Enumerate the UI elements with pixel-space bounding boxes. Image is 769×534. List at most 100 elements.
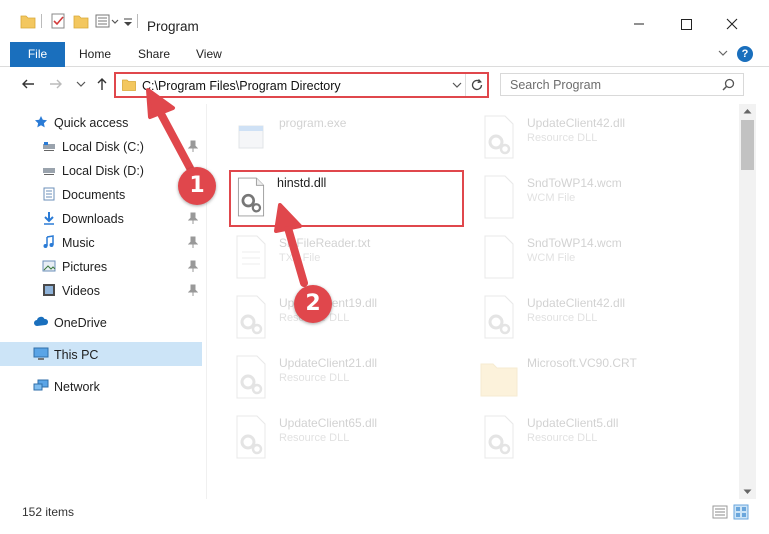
view-options-icon[interactable] <box>95 12 121 30</box>
minimize-icon <box>634 23 644 25</box>
large-icons-view-icon[interactable] <box>733 504 749 520</box>
pin-icon[interactable] <box>188 212 198 224</box>
star-icon <box>35 116 47 128</box>
network-icon <box>33 379 49 391</box>
folder-icon <box>480 363 518 397</box>
sidebar-item-label: Quick access <box>54 116 129 130</box>
forward-arrow-icon[interactable] <box>48 76 64 92</box>
file-type: Resource DLL <box>527 312 598 324</box>
sidebar-item-label: This PC <box>54 348 99 362</box>
close-icon <box>726 18 738 30</box>
blank-file-icon <box>484 235 514 279</box>
file-item[interactable]: program.exe <box>231 110 471 166</box>
sidebar-item-label: Local Disk (C:) <box>62 140 144 154</box>
search-icon[interactable] <box>722 78 735 91</box>
help-icon[interactable]: ? <box>737 46 753 62</box>
step-marker-2: 2 <box>294 285 332 323</box>
close-button[interactable] <box>709 10 755 38</box>
recent-locations-icon[interactable] <box>75 76 87 92</box>
download-icon <box>44 212 54 225</box>
scroll-down-icon[interactable] <box>743 489 752 495</box>
address-path[interactable]: C:\Program Files\Program Directory <box>142 79 341 93</box>
tab-view[interactable]: View <box>196 47 222 61</box>
chevron-down-icon[interactable] <box>452 81 462 89</box>
address-divider <box>465 74 466 96</box>
music-icon <box>43 235 54 248</box>
text-file-icon <box>236 235 266 279</box>
file-item[interactable]: SndToWP14.wcm WCM File <box>479 170 719 226</box>
sidebar-item-this-pc[interactable]: This PC <box>0 342 202 366</box>
file-item[interactable]: Microsoft.VC90.CRT <box>479 350 719 406</box>
sidebar-item-music[interactable]: Music <box>0 230 202 254</box>
sidebar-item-onedrive[interactable]: OneDrive <box>0 310 202 334</box>
scroll-up-icon[interactable] <box>743 108 752 114</box>
properties-icon[interactable] <box>50 12 66 30</box>
file-type: Resource DLL <box>279 432 350 444</box>
sidebar-item-label: Local Disk (D:) <box>62 164 144 178</box>
new-folder-icon[interactable] <box>73 12 89 30</box>
file-item[interactable]: UpdateClient65.dll Resource DLL <box>231 410 471 466</box>
pin-icon[interactable] <box>188 140 198 152</box>
file-item[interactable]: UpdateClient42.dll Resource DLL <box>479 110 719 166</box>
status-bar: 152 items <box>0 500 769 534</box>
file-type: Resource DLL <box>527 432 598 444</box>
pin-icon[interactable] <box>188 260 198 272</box>
address-bar[interactable]: C:\Program Files\Program Directory <box>114 72 489 98</box>
file-name: UpdateClient5.dll <box>527 416 619 430</box>
sidebar-item-label: Documents <box>62 188 126 202</box>
scroll-thumb[interactable] <box>741 120 754 170</box>
sidebar-item-label: Videos <box>62 284 100 298</box>
sidebar-item-pictures[interactable]: Pictures <box>0 254 202 278</box>
ribbon-bar <box>0 42 769 67</box>
toolbar-divider <box>41 14 42 28</box>
file-name: SndToWP14.wcm <box>527 176 622 190</box>
pin-icon[interactable] <box>188 236 198 248</box>
videos-icon <box>43 284 55 296</box>
sidebar-item-local-disk-d[interactable]: Local Disk (D:) <box>0 158 202 182</box>
sidebar-item-documents[interactable]: Documents <box>0 182 202 206</box>
sidebar-item-quick-access[interactable]: Quick access <box>0 110 202 134</box>
highlighted-file-item[interactable]: hinstd.dll <box>229 170 464 227</box>
file-item[interactable]: UpdateClient42.dll Resource DLL <box>479 290 719 346</box>
file-name: hinstd.dll <box>277 176 327 190</box>
tab-file[interactable]: File <box>10 42 65 67</box>
file-item[interactable]: UpdateClient5.dll Resource DLL <box>479 410 719 466</box>
back-arrow-icon[interactable] <box>20 76 36 92</box>
sidebar-item-network[interactable]: Network <box>0 374 202 398</box>
sidebar-item-local-disk-c[interactable]: Local Disk (C:) <box>0 134 202 158</box>
file-item[interactable]: UpdateClient21.dll Resource DLL <box>231 350 471 406</box>
details-view-icon[interactable] <box>712 504 728 520</box>
up-arrow-icon[interactable] <box>94 76 110 92</box>
tab-share[interactable]: Share <box>138 47 170 61</box>
refresh-icon[interactable] <box>470 78 484 92</box>
file-name: UpdateClient42.dll <box>527 116 626 130</box>
expand-ribbon-icon[interactable] <box>717 47 729 59</box>
file-name: SndToWP14.wcm <box>527 236 622 250</box>
file-name: SlnFileReader.txt <box>279 236 371 250</box>
maximize-button[interactable] <box>663 10 709 38</box>
sidebar-item-videos[interactable]: Videos <box>0 278 202 302</box>
item-count: 152 items <box>22 505 75 519</box>
file-name: Microsoft.VC90.CRT <box>527 356 637 370</box>
vertical-scrollbar[interactable] <box>739 104 756 499</box>
sidebar-item-label: OneDrive <box>54 316 107 330</box>
dll-icon <box>484 415 514 459</box>
tab-home[interactable]: Home <box>79 47 111 61</box>
exe-icon <box>238 125 264 149</box>
sidebar-item-downloads[interactable]: Downloads <box>0 206 202 230</box>
search-placeholder: Search Program <box>510 78 602 92</box>
navigation-pane: Quick access Local Disk (C:) Local Disk … <box>0 104 206 499</box>
drive-icon <box>43 168 55 175</box>
file-item[interactable]: SndToWP14.wcm WCM File <box>479 230 719 286</box>
file-item[interactable]: SlnFileReader.txt TXT File <box>231 230 471 286</box>
search-input[interactable]: Search Program <box>500 73 744 96</box>
customize-toolbar-icon[interactable] <box>122 12 134 30</box>
file-name: UpdateClient65.dll <box>279 416 378 430</box>
file-item[interactable]: UpdateClient19.dll Resource DLL <box>231 290 471 346</box>
file-name: UpdateClient21.dll <box>279 356 378 370</box>
pin-icon[interactable] <box>188 284 198 296</box>
minimize-button[interactable] <box>616 10 662 38</box>
folder-icon <box>122 79 136 91</box>
cloud-icon <box>34 316 49 326</box>
folder-icon[interactable] <box>20 12 36 30</box>
